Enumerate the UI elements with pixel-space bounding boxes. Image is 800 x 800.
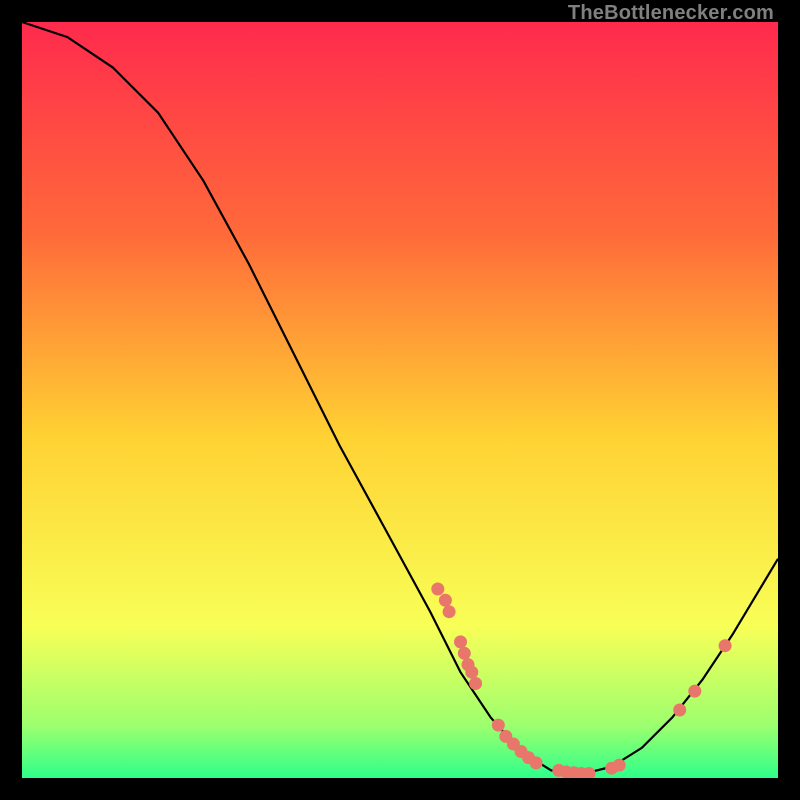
data-point xyxy=(431,583,444,596)
bottleneck-chart xyxy=(22,22,778,778)
data-point xyxy=(439,594,452,607)
data-point xyxy=(465,666,478,679)
data-point xyxy=(454,635,467,648)
data-point xyxy=(492,719,505,732)
data-point xyxy=(688,685,701,698)
data-point xyxy=(613,759,626,772)
data-point xyxy=(530,756,543,769)
data-point xyxy=(469,677,482,690)
chart-background xyxy=(22,22,778,778)
data-point xyxy=(458,647,471,660)
data-point xyxy=(673,704,686,717)
data-point xyxy=(443,605,456,618)
chart-frame xyxy=(22,22,778,778)
data-point xyxy=(719,639,732,652)
